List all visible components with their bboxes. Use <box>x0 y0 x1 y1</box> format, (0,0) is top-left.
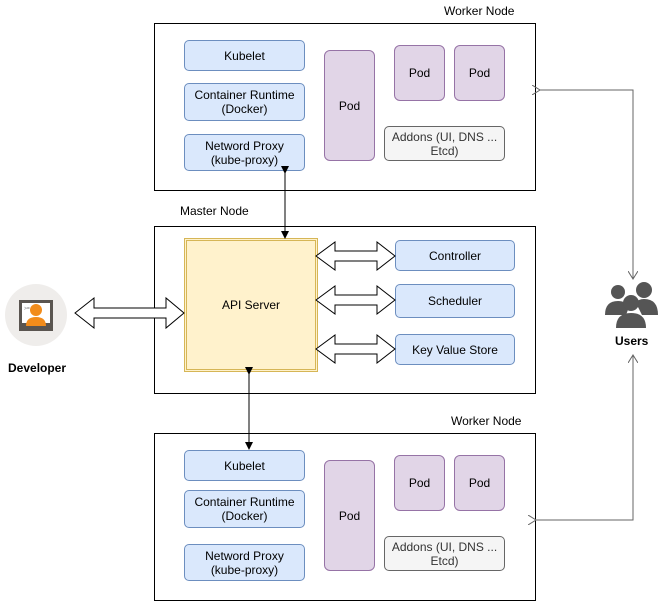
arrow-api-scheduler <box>315 284 396 316</box>
arrow-users-worker-top <box>540 90 633 279</box>
users-label: Users <box>615 334 649 348</box>
arrow-developer-api <box>74 296 185 330</box>
connectors <box>74 0 666 603</box>
arrow-users-worker-bottom <box>536 355 633 520</box>
developer-icon: >= <box>4 283 68 347</box>
users-icon <box>604 281 662 329</box>
developer-label: Developer <box>8 361 67 375</box>
arrow-api-kvstore <box>315 333 396 365</box>
arrow-api-controller <box>315 240 396 272</box>
svg-text:>=: >= <box>24 306 30 312</box>
